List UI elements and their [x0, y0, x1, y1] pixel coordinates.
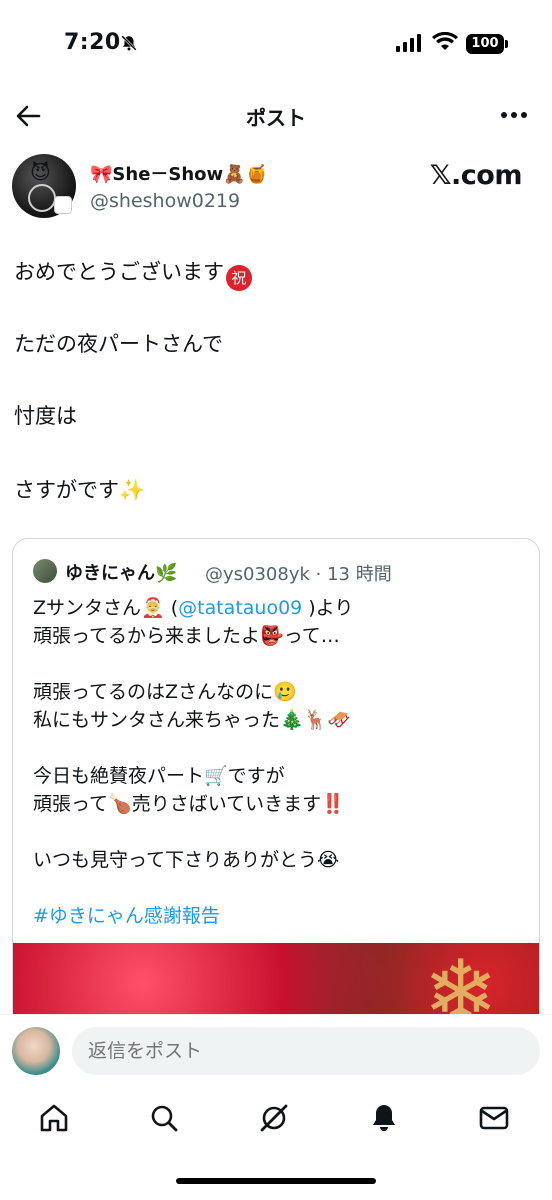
- reply-bar: [0, 1014, 552, 1086]
- quoted-author-handle-time: @ys0308yk · 13 時間: [205, 564, 392, 585]
- quoted-text-fragment: Zサンタさん🤶 (: [33, 597, 179, 619]
- grok-icon[interactable]: [258, 1102, 290, 1134]
- wifi-icon: [432, 32, 458, 50]
- quoted-text-fragment: )より: [302, 597, 354, 619]
- post-line: さすがです✨: [14, 478, 146, 502]
- quoted-text-line: 頑張って🍗売りさばいていきます‼️: [33, 793, 345, 815]
- post-line-text: おめでとうございます: [14, 260, 224, 284]
- home-icon[interactable]: [38, 1102, 70, 1134]
- post-line: おめでとうございます祝: [14, 258, 252, 291]
- top-header: ポスト: [0, 90, 552, 142]
- quoted-text-line: 今日も絶賛夜パート🛒ですが: [33, 765, 285, 787]
- user-avatar[interactable]: [12, 1027, 60, 1075]
- bell-off-icon: [121, 35, 137, 51]
- status-bar: 7:20 100: [0, 0, 552, 90]
- post-line: ただの夜パートさんで: [14, 332, 223, 356]
- quoted-text-line: 私にもサンタさん来ちゃった🎄🦌🛷: [33, 709, 351, 731]
- quoted-text-line: Zサンタさん🤶 (@tatatauo09 )より: [33, 595, 353, 621]
- pentagram-icon: [28, 184, 56, 212]
- devil-emoji-icon: 😈: [30, 160, 51, 184]
- quoted-post-card[interactable]: ゆきにゃん🌿 @ys0308yk · 13 時間 Zサンタさん🤶 (@tatat…: [12, 538, 540, 1058]
- iwai-emoji-icon: 祝: [226, 265, 252, 291]
- search-icon[interactable]: [148, 1102, 180, 1134]
- more-options-icon[interactable]: [500, 110, 528, 120]
- notifications-icon[interactable]: [368, 1102, 400, 1134]
- quoted-text-line: 頑張ってるから来ましたよ👺って…: [33, 625, 340, 647]
- post-line: 忖度は: [14, 404, 77, 428]
- battery-indicator: 100: [466, 34, 508, 54]
- author-handle[interactable]: @sheshow0219: [90, 190, 240, 212]
- quoted-author-name[interactable]: ゆきにゃん🌿: [65, 559, 177, 585]
- hashtag-link[interactable]: #ゆきにゃん感謝報告: [33, 903, 220, 929]
- affiliate-badge-icon: [54, 196, 72, 214]
- author-display-name[interactable]: 🎀She－Show🧸🍯: [90, 160, 268, 186]
- status-time: 7:20: [64, 30, 121, 55]
- home-indicator[interactable]: [176, 1178, 376, 1184]
- x-com-logo: 𝕏.com: [429, 160, 523, 191]
- messages-icon[interactable]: [478, 1102, 510, 1134]
- cellular-signal-icon: [396, 34, 421, 52]
- quoted-author-avatar[interactable]: [33, 559, 57, 583]
- quoted-text-line: 頑張ってるのはZさんなのに🥲: [33, 681, 297, 703]
- reply-input[interactable]: [72, 1027, 540, 1075]
- page-title: ポスト: [246, 106, 306, 130]
- quoted-text-line: いつも見守って下さりありがとう😭: [33, 849, 340, 871]
- mention-link[interactable]: @tatatauo09: [178, 597, 302, 619]
